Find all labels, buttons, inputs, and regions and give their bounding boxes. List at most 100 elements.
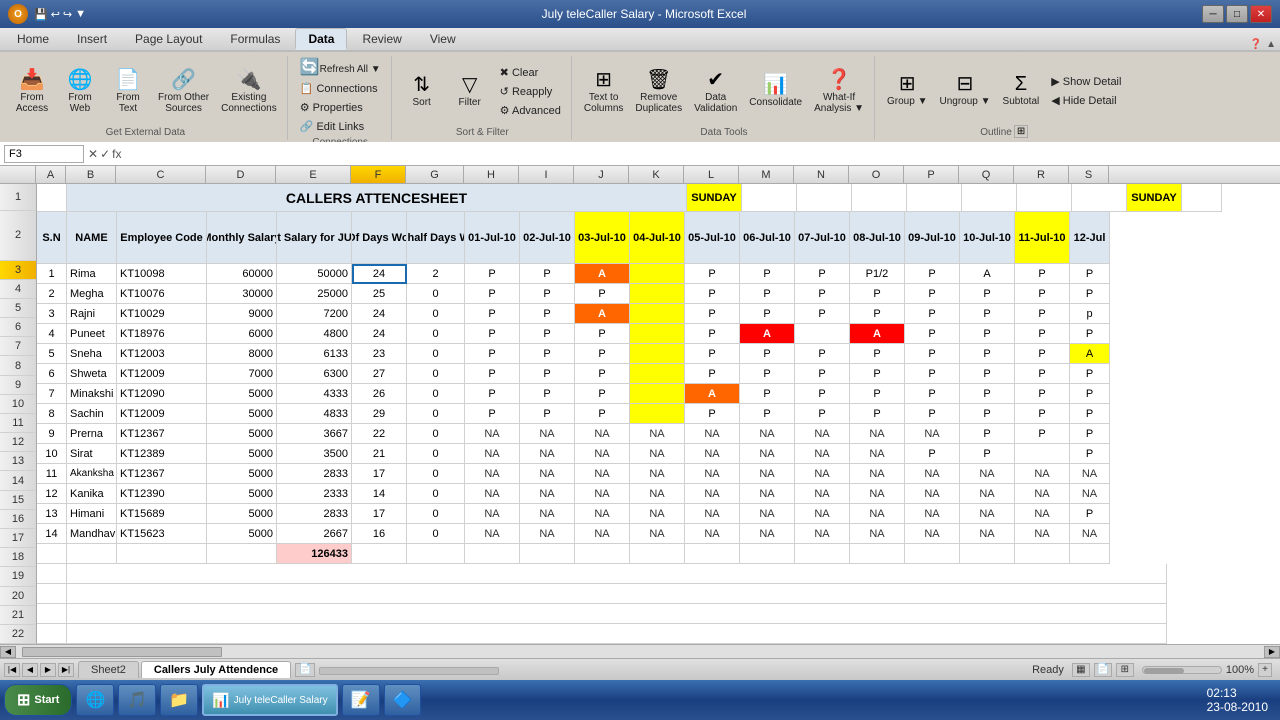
- cell-d9-14[interactable]: NA: [905, 484, 960, 504]
- cell-d3-5[interactable]: A: [575, 304, 630, 324]
- scroll-left-btn[interactable]: ◀: [0, 646, 16, 658]
- cell-d11-6[interactable]: P: [1015, 324, 1070, 344]
- cell-d6-3[interactable]: P: [740, 264, 795, 284]
- header-net-salary[interactable]: Net Salary for JULY: [277, 212, 352, 264]
- cell-sn-4[interactable]: 2: [37, 284, 67, 304]
- cell-d12-6[interactable]: P: [1070, 324, 1110, 344]
- cell-sunday-r1[interactable]: SUNDAY: [1127, 184, 1182, 212]
- tab-view[interactable]: View: [417, 28, 469, 50]
- edit-links-button[interactable]: 🔗 Edit Links: [296, 118, 368, 135]
- cell-19-a[interactable]: [37, 584, 67, 604]
- cell-d2-4[interactable]: P: [520, 284, 575, 304]
- cell-total-monthly[interactable]: [207, 544, 277, 564]
- cell-sn-6[interactable]: 4: [37, 324, 67, 344]
- ribbon-help[interactable]: ❓: [1250, 39, 1262, 50]
- data-validation-button[interactable]: ✔ DataValidation: [690, 68, 741, 116]
- cell-d10-10[interactable]: P: [960, 404, 1015, 424]
- cell-sn-14[interactable]: 12: [37, 484, 67, 504]
- cell-d5-15[interactable]: NA: [685, 504, 740, 524]
- consolidate-button[interactable]: 📊 Consolidate: [745, 73, 806, 110]
- header-name[interactable]: NAME: [67, 212, 117, 264]
- cell-days-7[interactable]: 23: [352, 344, 407, 364]
- cell-d8-5[interactable]: P: [850, 304, 905, 324]
- cell-21-rest[interactable]: [67, 624, 1167, 644]
- cell-d4-7[interactable]: [630, 344, 685, 364]
- cell-sn-11[interactable]: 9: [37, 424, 67, 444]
- close-button[interactable]: ✕: [1250, 5, 1272, 23]
- connections-button[interactable]: 📋 Connections: [296, 80, 382, 97]
- cell-d6-12[interactable]: NA: [740, 444, 795, 464]
- cell-d6-14[interactable]: NA: [740, 484, 795, 504]
- cell-d11-13[interactable]: NA: [1015, 464, 1070, 484]
- cell-half-14[interactable]: 0: [407, 484, 465, 504]
- cell-net-14[interactable]: 2333: [277, 484, 352, 504]
- cell-d7-6[interactable]: [795, 324, 850, 344]
- cell-monthly-8[interactable]: 7000: [207, 364, 277, 384]
- row-header-10[interactable]: 10: [0, 395, 36, 414]
- cell-name-15[interactable]: Himani: [67, 504, 117, 524]
- cell-d5-11[interactable]: NA: [685, 424, 740, 444]
- cell-d7-11[interactable]: NA: [795, 424, 850, 444]
- cell-d12-12[interactable]: P: [1070, 444, 1110, 464]
- formula-insert-icon[interactable]: fx: [112, 147, 121, 161]
- show-detail-button[interactable]: ▶ Show Detail: [1047, 73, 1125, 90]
- cell-d5-6[interactable]: P: [685, 324, 740, 344]
- cell-M1[interactable]: [852, 184, 907, 212]
- cell-net-8[interactable]: 6300: [277, 364, 352, 384]
- cell-half-8[interactable]: 0: [407, 364, 465, 384]
- scroll-right-btn[interactable]: ▶: [1264, 646, 1280, 658]
- cell-d6-9[interactable]: P: [740, 384, 795, 404]
- cell-d5-10[interactable]: P: [685, 404, 740, 424]
- sheet-scroll-thumb[interactable]: [319, 667, 499, 675]
- cell-monthly-6[interactable]: 6000: [207, 324, 277, 344]
- taskbar-btn-music[interactable]: 🎵: [118, 684, 156, 716]
- tab-data[interactable]: Data: [295, 28, 347, 50]
- cell-d1-10[interactable]: P: [465, 404, 520, 424]
- cell-d12-11[interactable]: P: [1070, 424, 1110, 444]
- ribbon-minimize[interactable]: ▲: [1266, 39, 1276, 50]
- col-header-I[interactable]: I: [519, 166, 574, 183]
- cell-name-10[interactable]: Sachin: [67, 404, 117, 424]
- cell-d1-3[interactable]: P: [465, 264, 520, 284]
- cell-d10-11[interactable]: P: [960, 424, 1015, 444]
- cell-days-3[interactable]: 24: [352, 264, 407, 284]
- tab-insert[interactable]: Insert: [64, 28, 120, 50]
- cell-total-j[interactable]: [575, 544, 630, 564]
- row-header-11[interactable]: 11: [0, 414, 36, 433]
- cell-half-9[interactable]: 0: [407, 384, 465, 404]
- cell-d2-12[interactable]: NA: [520, 444, 575, 464]
- cell-d5-3[interactable]: P: [685, 264, 740, 284]
- cell-d3-15[interactable]: NA: [575, 504, 630, 524]
- cell-title[interactable]: CALLERS ATTENCESHEET: [67, 184, 687, 212]
- taskbar-btn-excel-active[interactable]: 📊 July teleCaller Salary: [202, 684, 337, 716]
- cell-d10-15[interactable]: NA: [960, 504, 1015, 524]
- cell-name-11[interactable]: Prerna: [67, 424, 117, 444]
- cell-name-8[interactable]: Shweta: [67, 364, 117, 384]
- row-header-15[interactable]: 15: [0, 491, 36, 510]
- cell-O1[interactable]: [962, 184, 1017, 212]
- cell-d4-15[interactable]: NA: [630, 504, 685, 524]
- col-header-H[interactable]: H: [464, 166, 519, 183]
- formula-cancel-icon[interactable]: ✕: [88, 147, 98, 161]
- col-header-S[interactable]: S: [1069, 166, 1109, 183]
- col-header-Q[interactable]: Q: [959, 166, 1014, 183]
- from-web-button[interactable]: 🌐 FromWeb: [58, 68, 102, 116]
- header-days-worked[interactable]: No. Of Days Worked: [352, 212, 407, 264]
- cell-code-16[interactable]: KT15623: [117, 524, 207, 544]
- cell-d4-8[interactable]: [630, 364, 685, 384]
- cell-days-11[interactable]: 22: [352, 424, 407, 444]
- cell-d7-3[interactable]: P: [795, 264, 850, 284]
- subtotal-button[interactable]: Σ Subtotal: [999, 72, 1044, 109]
- cell-d3-13[interactable]: NA: [575, 464, 630, 484]
- sheet-prev-btn[interactable]: ◀: [22, 663, 38, 677]
- cell-d5-12[interactable]: NA: [685, 444, 740, 464]
- cell-name-13[interactable]: Akanksha Dogra: [67, 464, 117, 484]
- cell-d3-7[interactable]: P: [575, 344, 630, 364]
- cell-d10-13[interactable]: NA: [960, 464, 1015, 484]
- cell-d7-4[interactable]: P: [795, 284, 850, 304]
- cell-d8-6[interactable]: A: [850, 324, 905, 344]
- cell-d9-12[interactable]: P: [905, 444, 960, 464]
- cell-d6-6[interactable]: A: [740, 324, 795, 344]
- cell-name-6[interactable]: Puneet: [67, 324, 117, 344]
- cell-d8-8[interactable]: P: [850, 364, 905, 384]
